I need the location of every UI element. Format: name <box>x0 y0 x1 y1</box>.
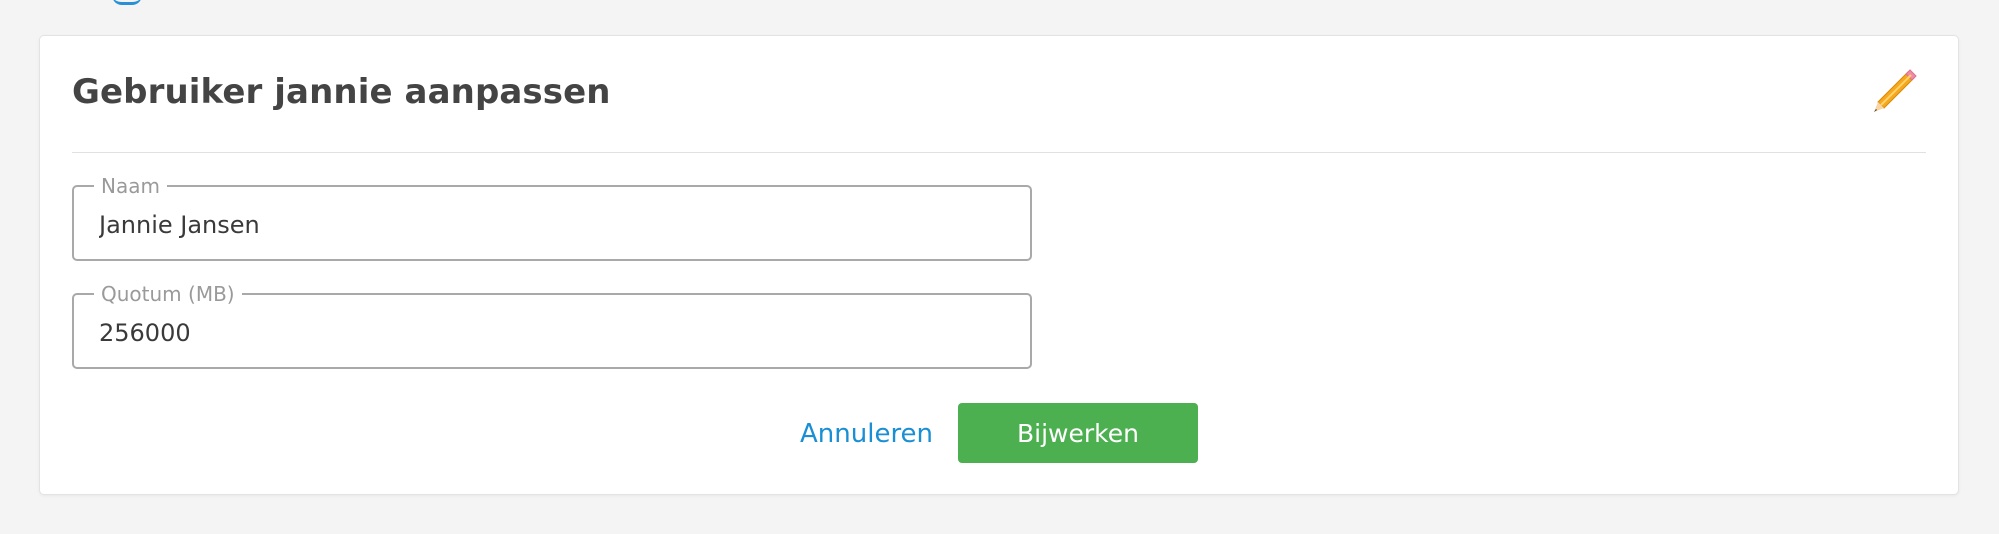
cancel-button[interactable]: Annuleren <box>800 417 933 451</box>
page-title: Gebruiker jannie aanpassen <box>72 72 611 112</box>
quota-input[interactable] <box>99 317 989 349</box>
name-field: Naam <box>72 174 1032 261</box>
name-input[interactable] <box>99 209 989 241</box>
edit-user-card: Gebruiker jannie aanpassen Naam Quotum (… <box>39 35 1959 495</box>
top-edge-link-fragment[interactable] <box>112 0 142 5</box>
quota-label: Quotum (MB) <box>94 282 242 306</box>
pencil-icon <box>1874 69 1917 112</box>
quota-field: Quotum (MB) <box>72 282 1032 369</box>
name-label: Naam <box>94 174 167 198</box>
card-header: Gebruiker jannie aanpassen <box>72 36 1926 153</box>
update-button[interactable]: Bijwerken <box>958 403 1198 463</box>
